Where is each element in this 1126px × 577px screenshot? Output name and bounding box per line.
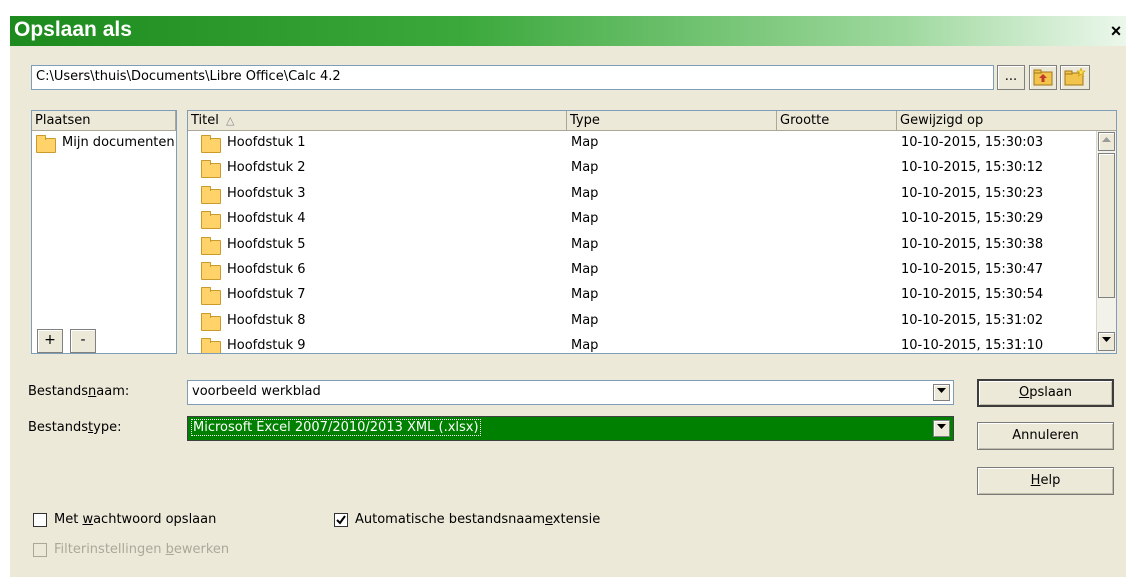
auto-extension-checkbox[interactable] bbox=[334, 513, 348, 527]
file-name: Hoofdstuk 5 bbox=[227, 236, 306, 252]
file-type: Map bbox=[571, 338, 599, 353]
file-modified: 10-10-2015, 15:30:23 bbox=[901, 185, 1044, 201]
places-item-my-documents[interactable]: Mijn documenten bbox=[34, 133, 174, 155]
file-type: Map bbox=[571, 211, 599, 227]
title-bar[interactable]: Opslaan als × bbox=[10, 16, 1126, 46]
file-name: Hoofdstuk 7 bbox=[227, 287, 306, 303]
column-header-type[interactable]: Type bbox=[567, 111, 777, 131]
places-item-label: Mijn documenten bbox=[62, 135, 174, 150]
folder-up-icon bbox=[1033, 69, 1053, 86]
sort-ascending-icon: △ bbox=[226, 114, 235, 127]
cancel-button[interactable]: Annuleren bbox=[977, 422, 1114, 450]
folder-icon bbox=[201, 287, 221, 306]
scroll-up-button[interactable] bbox=[1098, 132, 1115, 151]
file-type: Map bbox=[571, 160, 599, 176]
folder-icon bbox=[201, 312, 221, 331]
current-path-field[interactable]: C:\Users\thuis\Documents\Libre Office\Ca… bbox=[31, 65, 994, 90]
filetype-label: Bestandstype: bbox=[28, 420, 122, 435]
filetype-combobox[interactable]: Microsoft Excel 2007/2010/2013 XML (.xls… bbox=[187, 416, 954, 441]
file-name: Hoofdstuk 4 bbox=[227, 211, 306, 227]
folder-icon bbox=[201, 236, 221, 255]
save-as-dialog: Opslaan als × C:\Users\thuis\Documents\L… bbox=[10, 16, 1126, 577]
filename-combobox[interactable]: voorbeeld werkblad bbox=[187, 380, 954, 405]
folder-icon bbox=[201, 185, 221, 204]
folder-icon bbox=[201, 160, 221, 179]
file-type: Map bbox=[571, 185, 599, 201]
chevron-down-icon bbox=[937, 388, 946, 393]
checkmark-icon bbox=[336, 515, 346, 525]
file-name: Hoofdstuk 6 bbox=[227, 262, 306, 277]
file-row[interactable]: Hoofdstuk 8 Map 10-10-2015, 15:31:02 bbox=[188, 309, 1090, 334]
file-name: Hoofdstuk 2 bbox=[227, 160, 306, 176]
dialog-title: Opslaan als bbox=[14, 18, 132, 41]
remove-place-button[interactable]: - bbox=[70, 329, 96, 353]
scroll-down-button[interactable] bbox=[1098, 332, 1115, 351]
file-type: Map bbox=[571, 135, 599, 150]
close-button[interactable]: × bbox=[1108, 22, 1124, 40]
file-type: Map bbox=[571, 262, 599, 277]
arrow-up-icon bbox=[1102, 137, 1111, 142]
file-name: Hoofdstuk 1 bbox=[227, 135, 306, 150]
file-modified: 10-10-2015, 15:30:12 bbox=[901, 160, 1044, 176]
filename-label: Bestandsnaam: bbox=[28, 384, 130, 399]
folder-up-button[interactable] bbox=[1029, 65, 1057, 90]
places-panel: Plaatsen Mijn documenten bbox=[31, 110, 177, 354]
folder-icon bbox=[36, 135, 56, 153]
file-modified: 10-10-2015, 15:30:29 bbox=[901, 211, 1044, 227]
file-row[interactable]: Hoofdstuk 2 Map 10-10-2015, 15:30:12 bbox=[188, 156, 1090, 181]
file-modified: 10-10-2015, 15:30:38 bbox=[901, 236, 1044, 252]
file-type: Map bbox=[571, 236, 599, 252]
password-label: Met wachtwoord opslaan bbox=[54, 512, 217, 527]
file-rows: Hoofdstuk 1 Map 10-10-2015, 15:30:03 Hoofds… bbox=[188, 131, 1096, 353]
file-name: Hoofdstuk 9 bbox=[227, 338, 306, 353]
vertical-scrollbar[interactable] bbox=[1096, 131, 1116, 353]
file-modified: 10-10-2015, 15:30:03 bbox=[901, 135, 1044, 150]
chevron-down-icon bbox=[937, 424, 946, 429]
file-modified: 10-10-2015, 15:31:10 bbox=[901, 338, 1044, 353]
file-row[interactable]: Hoofdstuk 3 Map 10-10-2015, 15:30:23 bbox=[188, 182, 1090, 207]
file-modified: 10-10-2015, 15:31:02 bbox=[901, 312, 1044, 328]
filter-settings-label: Filterinstellingen bewerken bbox=[54, 542, 230, 557]
auto-extension-option[interactable]: Automatische bestandsnaamextensie bbox=[334, 512, 654, 530]
save-button[interactable]: Opslaan bbox=[977, 379, 1114, 407]
folder-icon bbox=[201, 338, 221, 353]
filter-settings-option: Filterinstellingen bewerken bbox=[33, 542, 333, 560]
help-button[interactable]: Help bbox=[977, 467, 1114, 495]
filetype-dropdown-button[interactable] bbox=[933, 420, 950, 437]
file-type: Map bbox=[571, 287, 599, 303]
filename-input[interactable]: voorbeeld werkblad bbox=[192, 384, 321, 399]
column-header-modified[interactable]: Gewijzigd op bbox=[897, 111, 1116, 131]
folder-icon bbox=[201, 135, 221, 153]
password-checkbox[interactable] bbox=[33, 513, 47, 527]
filetype-selected: Microsoft Excel 2007/2010/2013 XML (.xls… bbox=[191, 419, 481, 436]
browse-button[interactable]: ... bbox=[997, 65, 1025, 90]
new-folder-button[interactable] bbox=[1060, 65, 1090, 90]
file-row[interactable]: Hoofdstuk 7 Map 10-10-2015, 15:30:54 bbox=[188, 283, 1090, 308]
file-name: Hoofdstuk 8 bbox=[227, 312, 306, 328]
file-row[interactable]: Hoofdstuk 4 Map 10-10-2015, 15:30:29 bbox=[188, 207, 1090, 232]
folder-icon bbox=[201, 262, 221, 280]
file-list: Titel △ Type Grootte Gewijzigd op Hoofds… bbox=[187, 110, 1117, 354]
column-header-size[interactable]: Grootte bbox=[777, 111, 897, 131]
file-row[interactable]: Hoofdstuk 9 Map 10-10-2015, 15:31:10 bbox=[188, 334, 1090, 353]
scrollbar-thumb[interactable] bbox=[1098, 153, 1115, 298]
file-type: Map bbox=[571, 312, 599, 328]
file-row[interactable]: Hoofdstuk 1 Map 10-10-2015, 15:30:03 bbox=[188, 131, 1090, 156]
new-folder-icon bbox=[1064, 67, 1086, 86]
arrow-down-icon bbox=[1102, 337, 1111, 342]
file-row[interactable]: Hoofdstuk 6 Map 10-10-2015, 15:30:47 bbox=[188, 258, 1090, 283]
password-option[interactable]: Met wachtwoord opslaan bbox=[33, 512, 333, 530]
file-name: Hoofdstuk 3 bbox=[227, 185, 306, 201]
column-title-label: Titel bbox=[191, 113, 219, 128]
add-place-button[interactable]: + bbox=[37, 329, 63, 353]
folder-icon bbox=[201, 211, 221, 230]
filename-dropdown-button[interactable] bbox=[933, 384, 950, 401]
column-header-title[interactable]: Titel △ bbox=[188, 111, 567, 131]
file-modified: 10-10-2015, 15:30:54 bbox=[901, 287, 1044, 303]
filter-settings-checkbox bbox=[33, 543, 47, 557]
places-header: Plaatsen bbox=[32, 111, 176, 131]
auto-extension-label: Automatische bestandsnaamextensie bbox=[355, 512, 601, 527]
file-row[interactable]: Hoofdstuk 5 Map 10-10-2015, 15:30:38 bbox=[188, 233, 1090, 258]
file-modified: 10-10-2015, 15:30:47 bbox=[901, 262, 1044, 277]
